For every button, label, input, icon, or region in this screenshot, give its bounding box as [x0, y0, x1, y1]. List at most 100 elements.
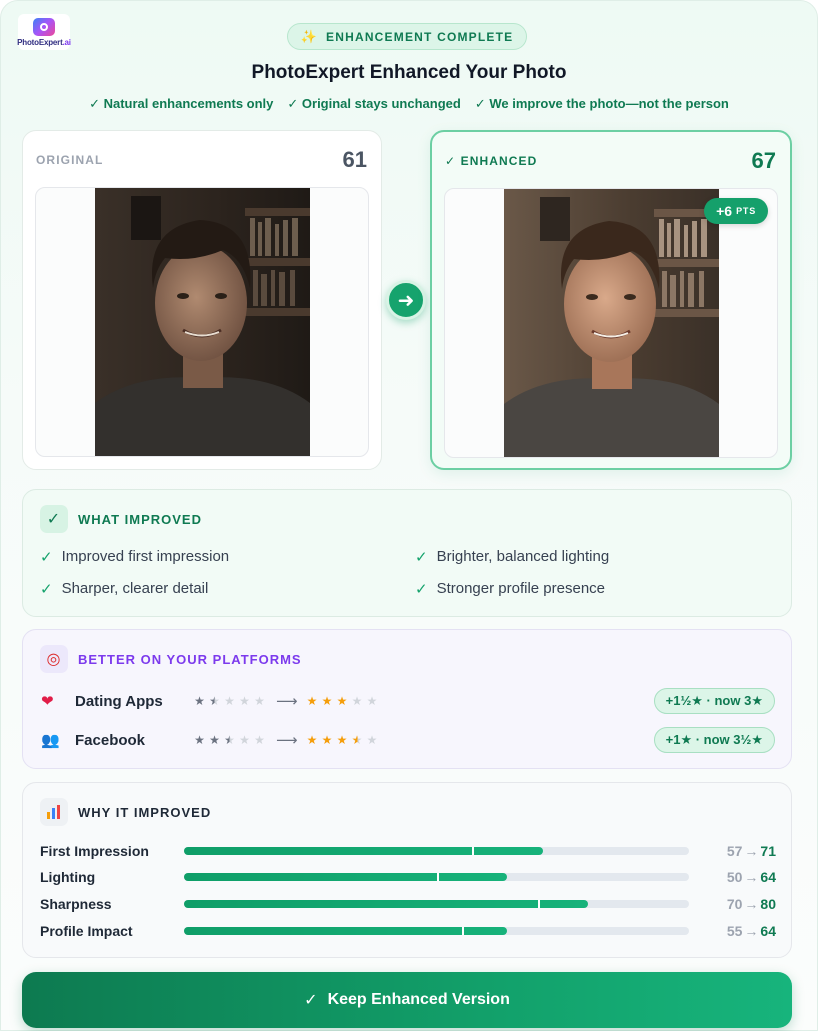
score-bar-fill	[184, 900, 588, 908]
star-icon: ★	[351, 694, 363, 708]
star-icon: ★	[336, 694, 348, 708]
enhanced-score: 67	[751, 148, 776, 173]
improvement-item: ✓ Brighter, balanced lighting	[415, 548, 610, 566]
score-bar-fill	[184, 847, 543, 855]
score-before: 50	[726, 869, 743, 885]
original-photo-card: ORIGINAL 61	[22, 130, 382, 470]
score-bar-label: Lighting	[40, 869, 96, 885]
platforms-panel: ◎ BETTER ON YOUR PLATFORMS ❤ Dating Apps…	[22, 629, 792, 769]
score-bar-track	[184, 873, 689, 881]
score-bar-before-marker	[461, 927, 464, 935]
score-bar-fill	[184, 927, 508, 935]
star-icon: ★	[366, 733, 378, 747]
after-rating: ★ ★ ★ ★ ★	[306, 694, 379, 708]
score-before: 57	[726, 843, 743, 859]
why-improved-panel: WHY IT IMPROVED First Impression 57 → 71 Lig…	[22, 782, 792, 958]
keep-enhanced-button[interactable]: ✓ Keep Enhanced Version	[22, 972, 792, 1028]
heart-icon: ❤	[41, 693, 54, 710]
checkmark-icon: ✓	[40, 505, 68, 533]
before-rating: ★ ★ ★ ★ ★	[193, 694, 266, 708]
star-icon: ★	[306, 694, 318, 708]
check-icon: ✓	[415, 581, 428, 598]
score-bar-row: Sharpness 70 → 80	[40, 894, 776, 914]
score-bar-before-marker	[537, 900, 540, 908]
before-rating: ★ ★ ★ ★ ★	[193, 733, 266, 747]
score-delta-unit: PTS	[736, 206, 756, 216]
check-icon: ✓	[304, 992, 318, 1009]
star-icon: ★	[194, 694, 205, 708]
improvement-item: ✓ Sharper, clearer detail	[40, 580, 209, 598]
star-icon: ★	[224, 694, 235, 708]
enhancement-complete-badge: ✨ ENHANCEMENT COMPLETE	[287, 23, 527, 50]
page-title: PhotoExpert Enhanced Your Photo	[251, 62, 567, 83]
enhanced-photo-card[interactable]: ✓ ENHANCED 67 +6 PTS	[430, 130, 792, 470]
star-icon: ★	[321, 733, 333, 747]
score-change: 70 → 80	[727, 896, 776, 912]
sparkle-icon: ✨	[300, 28, 319, 44]
original-photo	[95, 188, 310, 456]
enhanced-photo-frame	[444, 188, 778, 458]
score-after: 64	[760, 923, 776, 939]
arrow-right-icon: →	[744, 843, 759, 859]
score-bar-track	[184, 927, 689, 935]
score-before: 70	[726, 896, 743, 912]
star-icon: ★	[254, 733, 265, 747]
arrow-right-icon: →	[744, 869, 759, 885]
platform-row-facebook: 👥 Facebook ★ ★ ★ ★ ★ ⟶ ★ ★ ★ ★ ★ +1★ · now 3½★	[41, 726, 775, 754]
platform-gain-badge: +1½★ · now 3★	[653, 688, 775, 714]
star-icon: ★	[336, 733, 348, 747]
score-after: 80	[760, 896, 776, 912]
score-bar-label: Profile Impact	[40, 923, 133, 939]
score-after: 71	[760, 843, 776, 859]
arrow-right-icon: ⟶	[276, 732, 298, 749]
star-icon: ★	[321, 694, 333, 708]
arrow-right-icon: →	[744, 896, 759, 912]
score-bar-row: Lighting 50 → 64	[40, 867, 776, 887]
target-icon: ◎	[40, 645, 68, 673]
check-icon: ✓	[40, 581, 53, 598]
score-bar-row: Profile Impact 55 → 64	[40, 921, 776, 941]
after-rating: ★ ★ ★ ★ ★	[306, 733, 379, 747]
platform-gain-badge: +1★ · now 3½★	[653, 727, 775, 753]
arrow-right-icon: ➜	[386, 280, 426, 320]
star-icon: ★	[209, 733, 220, 747]
improvement-item: ✓ Improved first impression	[40, 548, 230, 566]
score-after: 64	[760, 869, 776, 885]
score-bar-label: Sharpness	[40, 896, 112, 912]
platform-name: Dating Apps	[75, 692, 163, 710]
bar-chart-icon	[40, 798, 68, 826]
score-change: 55 → 64	[727, 923, 776, 939]
photoexpert-logo: PhotoExpert.ai	[17, 14, 72, 50]
logo-suffix: .ai	[62, 37, 72, 47]
keep-enhanced-label: Keep Enhanced Version	[327, 991, 510, 1008]
arrow-right-icon: ⟶	[276, 693, 298, 710]
original-score: 61	[342, 147, 367, 172]
score-bar-fill	[184, 873, 508, 881]
platform-name: Facebook	[75, 731, 146, 749]
people-icon: 👥	[41, 732, 60, 749]
improvement-item: ✓ Stronger profile presence	[415, 580, 606, 598]
star-icon: ★	[209, 694, 220, 708]
what-improved-panel: ✓ WHAT IMPROVED ✓ Improved first impressi…	[22, 489, 792, 617]
what-improved-heading: WHAT IMPROVED	[78, 511, 202, 527]
star-icon: ★	[224, 733, 235, 747]
platforms-heading: BETTER ON YOUR PLATFORMS	[78, 651, 302, 667]
score-change: 50 → 64	[727, 869, 776, 885]
score-bar-row: First Impression 57 → 71	[40, 841, 776, 861]
star-icon: ★	[351, 733, 363, 747]
score-bar-track	[184, 900, 689, 908]
check-icon: ✓	[40, 549, 53, 566]
score-before: 55	[726, 923, 743, 939]
camera-logo-icon	[33, 17, 55, 36]
arrow-right-icon: →	[744, 923, 759, 939]
platform-row-dating-apps: ❤ Dating Apps ★ ★ ★ ★ ★ ⟶ ★ ★ ★ ★ ★ +1½★ · now 3…	[41, 687, 775, 715]
score-bar-track	[184, 847, 689, 855]
score-delta: +6	[716, 203, 733, 219]
score-bar-label: First Impression	[40, 843, 149, 859]
promise-item: ✓ We improve the photo—not the person	[474, 96, 729, 111]
original-label: ORIGINAL	[36, 153, 104, 167]
enhanced-label: ✓ ENHANCED	[445, 154, 538, 168]
promise-item: ✓ Natural enhancements only	[89, 96, 274, 111]
star-icon: ★	[194, 733, 205, 747]
score-delta-badge: +6 PTS	[704, 198, 768, 224]
